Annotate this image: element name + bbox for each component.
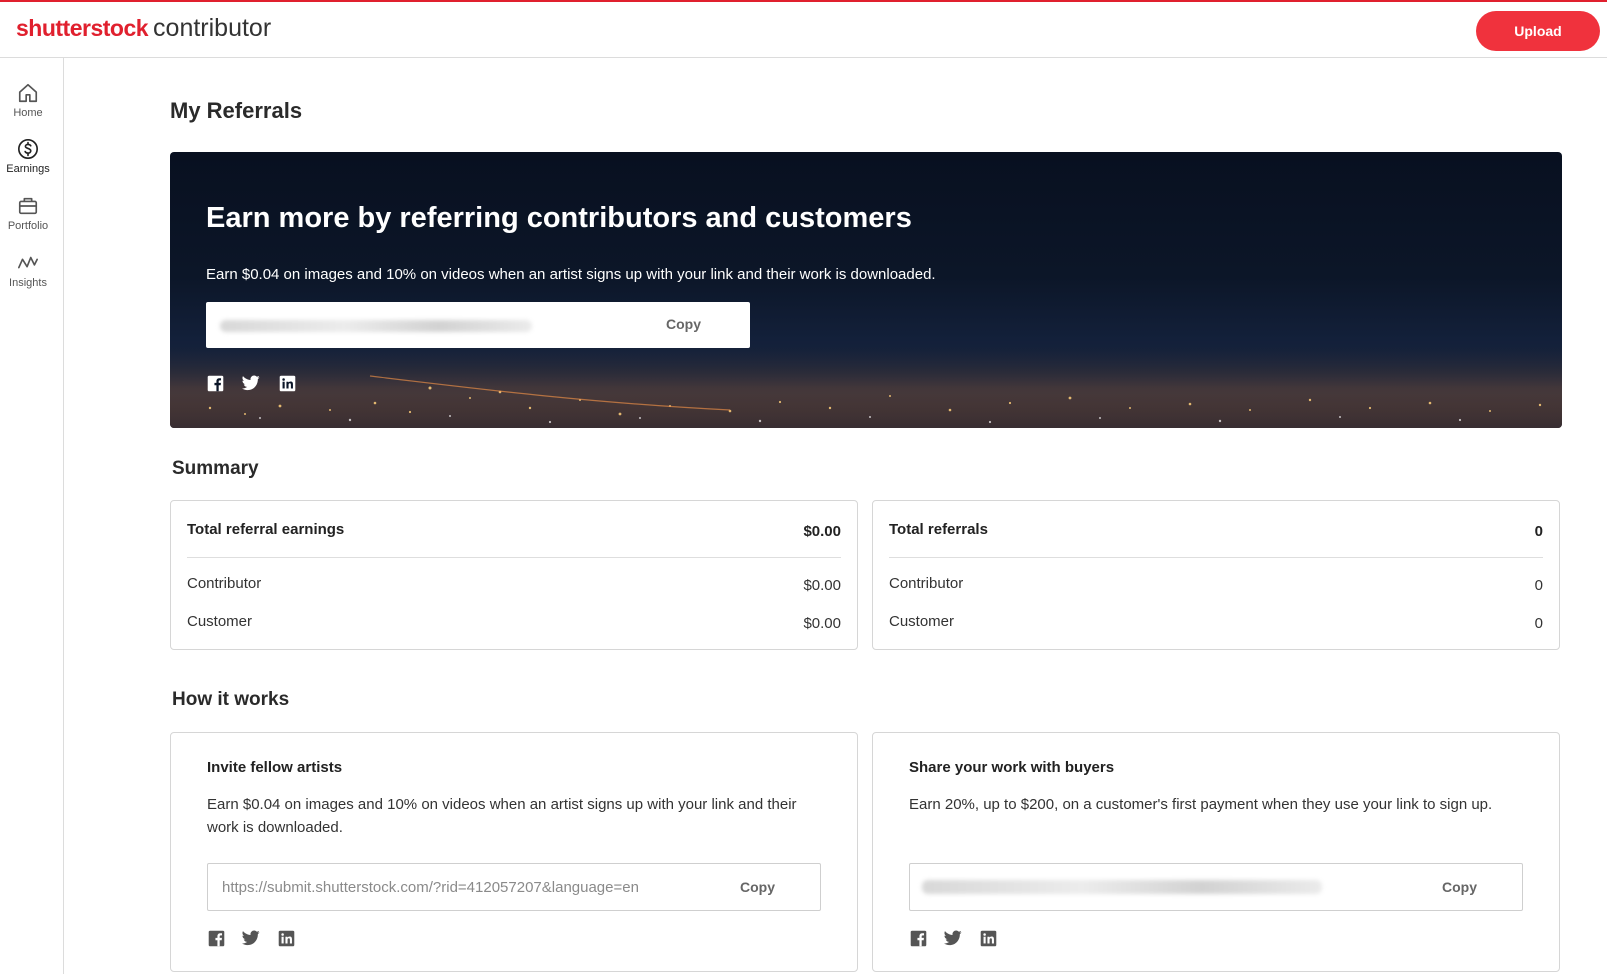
card-description: Earn 20%, up to $200, on a customer's fi… xyxy=(909,796,1493,813)
artist-social-share xyxy=(207,929,295,947)
linkedin-icon[interactable] xyxy=(278,374,296,392)
row-value: 0 xyxy=(1534,615,1543,632)
row-value: 0 xyxy=(1534,577,1543,594)
buyer-referral-link-field[interactable]: Copy xyxy=(909,863,1523,911)
logo-brand: shutterstock xyxy=(16,15,149,41)
referral-link-field[interactable]: Copy xyxy=(206,302,750,348)
referral-earnings-card: Total referral earnings $0.00 Contributo… xyxy=(170,500,858,650)
sidebar-item-label: Home xyxy=(13,107,43,119)
card-title: Invite fellow artists xyxy=(207,759,343,776)
row-value: $0.00 xyxy=(803,615,841,632)
insights-icon xyxy=(18,256,38,269)
linkedin-icon[interactable] xyxy=(277,929,295,947)
buyer-social-share xyxy=(909,929,997,947)
sidebar-item-earnings[interactable]: Earnings xyxy=(0,138,56,175)
referrals-total-value: 0 xyxy=(1534,523,1543,540)
row-value: $0.00 xyxy=(803,577,841,594)
shutterstock-logo[interactable]: shutterstock contributor xyxy=(16,14,271,43)
sidebar-nav: Home Earnings Portfolio Insights xyxy=(0,58,64,974)
facebook-icon[interactable] xyxy=(909,929,927,947)
copy-link-button[interactable]: Copy xyxy=(740,879,775,895)
hero-social-share xyxy=(206,374,296,392)
artist-referral-link-field[interactable]: https://submit.shutterstock.com/?rid=412… xyxy=(207,863,821,911)
sidebar-item-label: Earnings xyxy=(6,163,50,175)
sidebar-item-portfolio[interactable]: Portfolio xyxy=(0,195,56,232)
hero-title: Earn more by referring contributors and … xyxy=(206,202,912,234)
earnings-contributor-row: Contributor $0.00 xyxy=(187,575,841,594)
row-label: Contributor xyxy=(889,575,964,592)
copy-link-button[interactable]: Copy xyxy=(1442,879,1477,895)
facebook-icon[interactable] xyxy=(207,929,225,947)
blurred-referral-link xyxy=(922,880,1322,894)
page-title: My Referrals xyxy=(170,98,303,123)
twitter-icon[interactable] xyxy=(242,929,260,947)
referrals-total-row: Total referrals 0 xyxy=(889,521,1543,540)
earnings-total-label: Total referral earnings xyxy=(187,521,345,538)
row-label: Customer xyxy=(187,613,253,630)
summary-heading: Summary xyxy=(172,458,259,479)
top-bar: shutterstock contributor Upload xyxy=(0,0,1607,58)
sidebar-item-label: Portfolio xyxy=(7,220,49,232)
card-title: Share your work with buyers xyxy=(909,759,1115,776)
facebook-icon[interactable] xyxy=(206,374,224,392)
referral-hero-banner: Earn more by referring contributors and … xyxy=(170,152,1562,428)
home-icon xyxy=(18,83,38,103)
share-with-buyers-card: Share your work with buyers Earn 20%, up… xyxy=(872,732,1560,972)
referrals-customer-row: Customer 0 xyxy=(889,613,1543,632)
earnings-total-row: Total referral earnings $0.00 xyxy=(187,521,841,540)
row-label: Customer xyxy=(889,613,955,630)
logo-product: contributor xyxy=(153,14,272,42)
linkedin-icon[interactable] xyxy=(979,929,997,947)
twitter-icon[interactable] xyxy=(242,374,260,392)
sidebar-item-label: Insights xyxy=(9,277,47,289)
city-lights-image xyxy=(170,348,1562,428)
row-label: Contributor xyxy=(187,575,262,592)
twitter-icon[interactable] xyxy=(944,929,962,947)
how-it-works-heading: How it works xyxy=(172,689,290,710)
sidebar-item-home[interactable]: Home xyxy=(0,82,56,119)
dollar-icon xyxy=(18,139,38,159)
upload-button[interactable]: Upload xyxy=(1476,11,1600,51)
referrals-contributor-row: Contributor 0 xyxy=(889,575,1543,594)
earnings-total-value: $0.00 xyxy=(803,523,841,540)
hero-description: Earn $0.04 on images and 10% on videos w… xyxy=(206,266,936,283)
referral-link-text[interactable]: https://submit.shutterstock.com/?rid=412… xyxy=(222,879,639,896)
referrals-total-label: Total referrals xyxy=(889,521,988,538)
sidebar-item-insights[interactable]: Insights xyxy=(0,252,56,289)
divider xyxy=(187,557,841,558)
card-description: Earn $0.04 on images and 10% on videos w… xyxy=(207,796,797,836)
invite-artists-card: Invite fellow artists Earn $0.04 on imag… xyxy=(170,732,858,972)
divider xyxy=(889,557,1543,558)
blurred-referral-link xyxy=(220,320,532,332)
total-referrals-card: Total referrals 0 Contributor 0 Customer… xyxy=(872,500,1560,650)
briefcase-icon xyxy=(18,197,38,215)
earnings-customer-row: Customer $0.00 xyxy=(187,613,841,632)
copy-link-button[interactable]: Copy xyxy=(666,316,701,332)
